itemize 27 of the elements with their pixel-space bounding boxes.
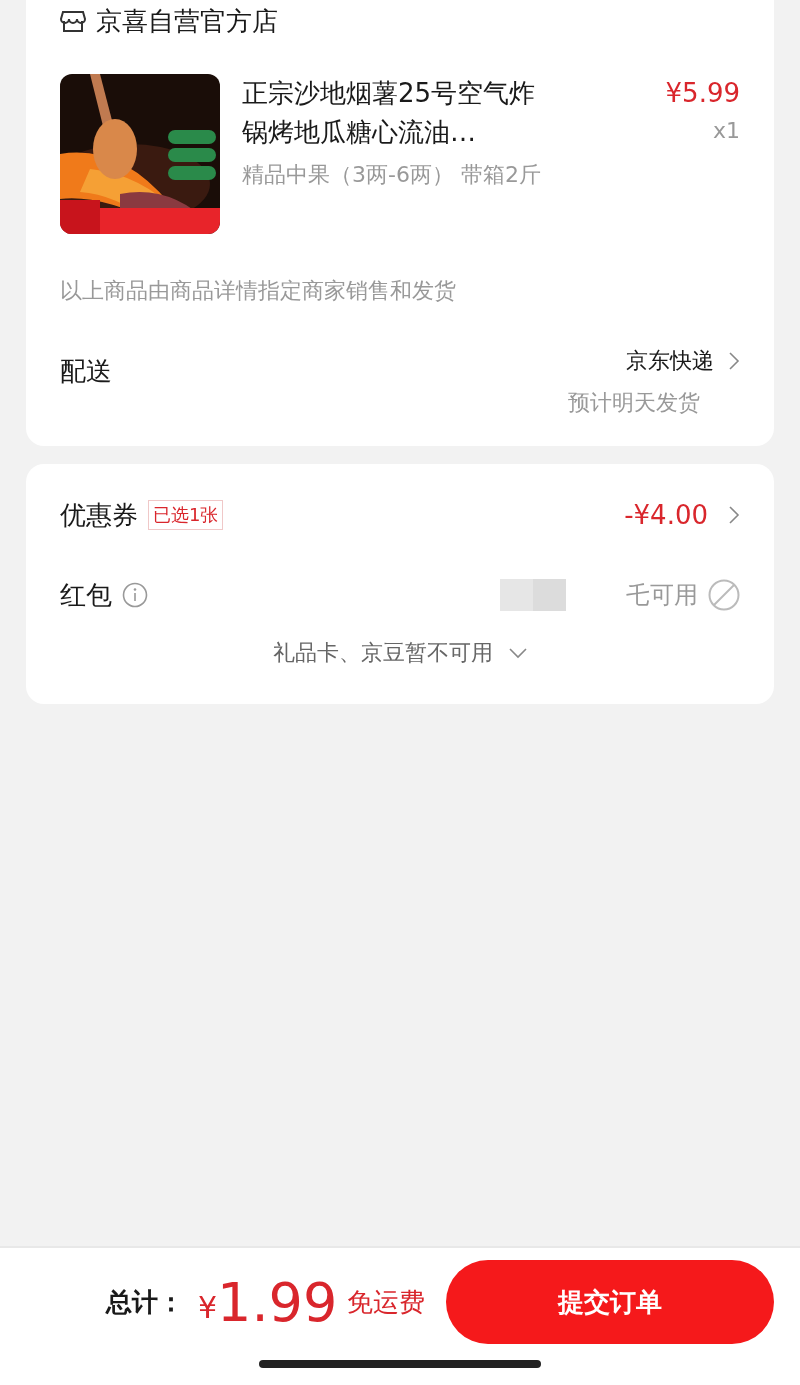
chevron-right-icon xyxy=(728,351,740,371)
info-icon[interactable] xyxy=(122,582,148,608)
coupon-label: 优惠券 xyxy=(60,498,138,532)
product-title[interactable]: 正宗沙地烟薯25号空气炸锅烤地瓜糖心流油… xyxy=(242,74,542,152)
total-label: 总计： xyxy=(106,1285,184,1319)
delivery-carrier[interactable]: 京东快递 xyxy=(626,346,714,376)
product-spec: 精品中果（3两-6两） 带箱2斤 xyxy=(242,161,542,189)
chevron-down-icon xyxy=(509,647,527,659)
gift-card-toggle[interactable]: 礼品卡、京豆暂不可用 xyxy=(273,638,527,668)
product-quantity: x1 xyxy=(712,118,740,143)
coupon-amount[interactable]: -¥4.00 xyxy=(624,500,708,530)
delivery-label: 配送 xyxy=(60,355,112,388)
unavailable-icon xyxy=(708,579,740,611)
bonus-label: 红包 xyxy=(60,578,112,612)
chevron-right-icon xyxy=(728,505,740,525)
delivery-eta: 预计明天发货 xyxy=(568,389,700,417)
shipping-note: 免运费 xyxy=(347,1285,426,1319)
store-name[interactable]: 京喜自营官方店 xyxy=(96,3,278,39)
seller-note: 以上商品由商品详情指定商家销售和发货 xyxy=(60,277,457,305)
submit-order-button[interactable]: 提交订单 xyxy=(446,1260,774,1344)
coupon-badge: 已选1张 xyxy=(148,500,224,530)
bonus-status: 乇可用 xyxy=(626,580,698,611)
store-icon xyxy=(60,8,86,34)
currency-symbol: ¥ xyxy=(198,1289,218,1325)
total-amount: 1.99 xyxy=(217,1270,338,1334)
product-price: ¥5.99 xyxy=(665,77,740,110)
blurred-patch xyxy=(500,579,566,611)
